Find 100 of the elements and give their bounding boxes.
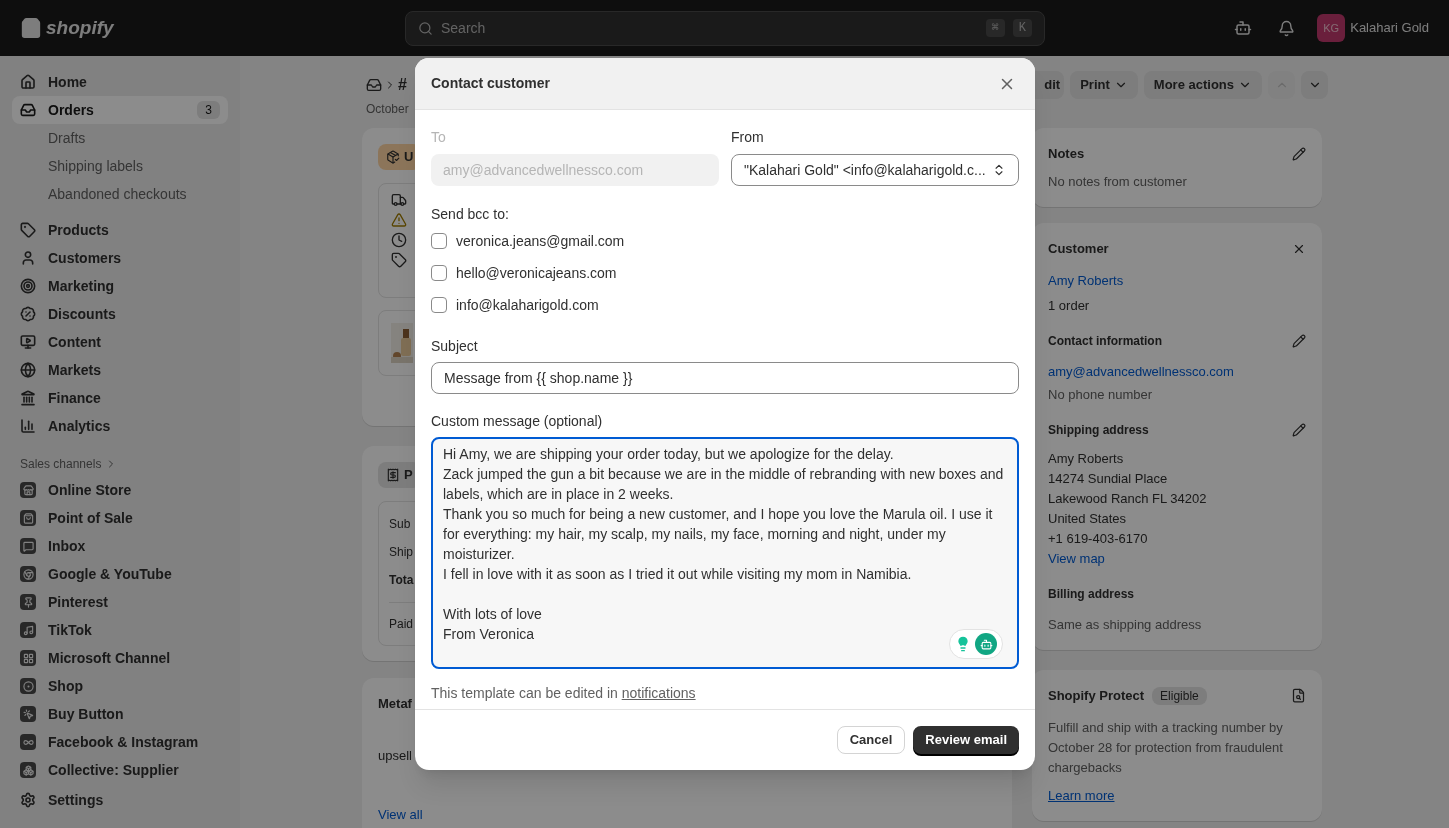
view-map-link[interactable]: View map — [1048, 548, 1306, 569]
edit-icon[interactable] — [1292, 333, 1306, 348]
sidebar-subitem[interactable]: Drafts — [12, 124, 228, 152]
settings-icon — [20, 792, 36, 808]
checkbox[interactable] — [431, 265, 447, 281]
tag-icon — [20, 222, 36, 238]
field-label: Subject — [431, 337, 479, 356]
tag-icon — [391, 252, 407, 268]
order-count: 1 order — [1048, 297, 1091, 315]
payment-row-label: Paid — [389, 617, 414, 631]
field-label: To — [431, 128, 447, 147]
field-label: From — [731, 128, 765, 147]
cancel-button[interactable]: Cancel — [836, 726, 906, 754]
infinity-icon — [20, 734, 36, 750]
target-icon — [20, 278, 36, 294]
truck-icon — [391, 192, 407, 208]
bar-chart-icon — [20, 418, 36, 434]
pointer-icon — [20, 706, 36, 722]
warning-icon — [391, 212, 407, 228]
sidebar-item[interactable]: TikTok — [12, 616, 228, 644]
address-line: United States — [1048, 509, 1128, 528]
edit-icon[interactable] — [1292, 146, 1306, 161]
menu-button[interactable]: Print — [1070, 71, 1138, 99]
from-select[interactable]: "Kalahari Gold" <info@kalaharigold.c... — [731, 154, 1019, 186]
count-badge: 3 — [197, 101, 220, 119]
dialog-title: Contact customer — [431, 74, 551, 93]
email-link[interactable]: amy@advancedwellnessco.com — [1048, 361, 1306, 381]
monitor-icon — [20, 334, 36, 350]
person-icon — [20, 250, 36, 266]
sidebar-item[interactable]: Buy Button — [12, 700, 228, 728]
globe-icon — [20, 362, 36, 378]
shortcut-key: K — [1012, 19, 1032, 37]
sidebar-item[interactable]: Google & YouTube — [12, 560, 228, 588]
logo-icon — [20, 17, 42, 39]
section-title: Billing address — [1048, 585, 1136, 603]
boxes-icon — [20, 762, 36, 778]
music-note-icon — [20, 622, 36, 638]
notes-text: No notes from customer — [1048, 172, 1188, 191]
card-title: Customer — [1048, 240, 1109, 258]
address-line: Lakewood Ranch FL 34202 — [1048, 489, 1208, 508]
sidebar-item[interactable]: Inbox — [12, 532, 228, 560]
message-field[interactable]: Hi Amy, we are shipping your order today, but we apologize for the delay. Zack jumped the gun a bit because we are in the middle of rebranding with new boxes and labels, which are in place in 2 weeks. Thank you so much for being a new customer, and I hope you love the Marula oil. I use it for everything: my hair, my scalp, my nails, my face, morning and night, under my moisturizer. I fell in love with it as soon as I tried it out while visiting my mom in Namibia. With lots of love From Veronica — [431, 437, 1019, 669]
billing-text: Same as shipping address — [1048, 615, 1203, 634]
phone-text: No phone number — [1048, 386, 1154, 404]
checkbox-label: hello@veronicajeans.com — [456, 263, 617, 283]
sidebar-item[interactable]: Collective: Supplier — [12, 756, 228, 784]
bag-icon — [20, 510, 36, 526]
bank-icon — [20, 390, 36, 406]
clock-icon — [391, 232, 407, 248]
menu-button[interactable]: More actions — [1143, 71, 1262, 99]
checkbox[interactable] — [431, 297, 447, 313]
metafield-label: upsell — [378, 746, 413, 765]
learn-more-link[interactable]: Learn more — [1048, 785, 1306, 805]
address-line: 14274 Sundial Place — [1048, 469, 1169, 488]
store-icon — [20, 482, 36, 498]
sidebar-item[interactable]: Online Store — [12, 476, 228, 504]
review-email-button[interactable]: Review email — [913, 726, 1019, 754]
sidebar-item[interactable]: Pinterest — [12, 588, 228, 616]
percent-badge-icon — [20, 306, 36, 322]
shortcut-key: ⌘ — [985, 19, 1005, 37]
checkbox[interactable] — [431, 233, 447, 249]
sidebar-item[interactable]: Facebook & Instagram — [12, 728, 228, 756]
subject-field[interactable]: Message from {{ shop.name }} — [431, 362, 1019, 394]
store-name[interactable]: Kalahari Gold — [1350, 18, 1429, 38]
checkbox-label: info@kalaharigold.com — [456, 295, 599, 315]
sidebar-item[interactable]: Shop — [12, 672, 228, 700]
section-title: Shipping address — [1048, 421, 1149, 439]
field-label: Send bcc to: — [431, 205, 510, 224]
sidebar-subitem[interactable]: Shipping labels — [12, 152, 228, 180]
sidebar-item[interactable]: Orders 3 — [12, 96, 228, 124]
checkbox-label: veronica.jeans@gmail.com — [456, 231, 625, 251]
order-date: October — [365, 101, 410, 118]
status-badge: Eligible — [1152, 686, 1207, 705]
notifications-link[interactable]: notifications — [621, 685, 696, 701]
payment-row-label: Sub — [389, 516, 411, 533]
lightbulb-icon — [955, 636, 971, 652]
store-avatar[interactable]: KG — [1317, 14, 1346, 42]
logo-text: shopify — [46, 15, 114, 40]
section-heading[interactable]: Sales channels — [20, 455, 102, 473]
sidebar-item[interactable]: Microsoft Channel — [12, 644, 228, 672]
field-label: Custom message (optional) — [431, 412, 604, 431]
inbox-icon — [366, 77, 382, 93]
home-icon — [20, 74, 36, 90]
notification-bell-icon[interactable] — [1278, 19, 1296, 37]
protect-description: Fulfill and ship with a tracking number by October 28 for protection from fraudulent chargebacks — [1048, 718, 1284, 777]
robot-icon — [975, 633, 997, 655]
edit-icon[interactable] — [1292, 422, 1306, 437]
payment-row-label: Tota — [389, 572, 414, 589]
chat-icon — [20, 538, 36, 554]
address-line: Amy Roberts — [1048, 449, 1125, 468]
payment-row-label: Ship — [389, 544, 414, 561]
sidebar-subitem[interactable]: Abandoned checkouts — [12, 180, 228, 208]
grid-icon — [20, 650, 36, 666]
sidebar-item[interactable]: Point of Sale — [12, 504, 228, 532]
address-line: +1 619-403-6170 — [1048, 529, 1149, 548]
robot-icon[interactable] — [1234, 19, 1253, 37]
search-field[interactable]: Search ⌘ K — [405, 10, 1045, 46]
customer-link[interactable]: Amy Roberts — [1048, 270, 1306, 290]
view-all-link[interactable]: View all — [378, 805, 996, 825]
sidebar-item[interactable]: Settings — [12, 786, 228, 814]
